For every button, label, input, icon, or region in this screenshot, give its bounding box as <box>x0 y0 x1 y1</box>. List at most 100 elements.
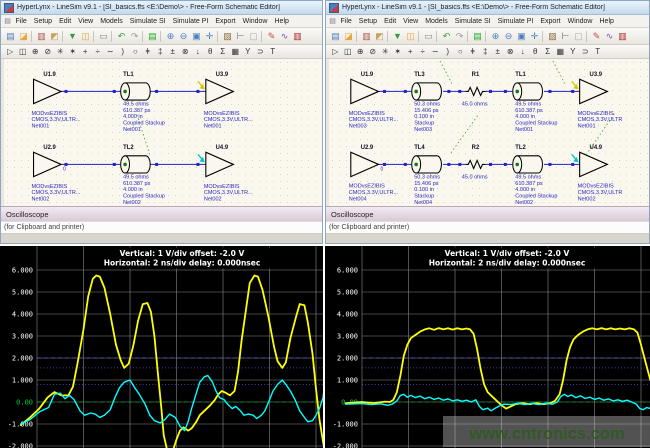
new-file-icon[interactable]: ▤ <box>329 30 342 42</box>
menu-setup[interactable]: Setup <box>355 18 380 25</box>
buffer-symbol[interactable] <box>206 79 234 103</box>
wire-pin[interactable] <box>196 90 199 93</box>
wire-pin[interactable] <box>489 90 492 93</box>
menu-export[interactable]: Export <box>212 18 239 25</box>
menu-help[interactable]: Help <box>271 18 292 25</box>
schematic-canvas[interactable]: U1.9MODvsEZIBISCMOS,3.3V,ULTR...Net001 TL… <box>1 59 322 206</box>
menu-models[interactable]: Models <box>97 18 127 25</box>
menu-edit[interactable]: Edit <box>381 18 400 25</box>
y-junction-tool-icon[interactable]: Y <box>567 46 580 57</box>
save-icon[interactable]: ▼ <box>66 30 79 42</box>
spectrum-icon[interactable]: ▥ <box>291 30 304 42</box>
touchstone-tool-icon[interactable]: ▦ <box>554 46 567 57</box>
coupling-region-tool-icon[interactable]: ⊗ <box>179 46 192 57</box>
y-junction-tool-icon[interactable]: Y <box>242 46 255 57</box>
tline-tool-icon[interactable]: ǂ <box>467 46 480 57</box>
attach-file-icon[interactable]: ▥ <box>35 30 48 42</box>
coupled-tline-tool-icon[interactable]: ‡ <box>154 46 167 57</box>
wire-pin[interactable] <box>196 163 199 166</box>
menu-file[interactable]: File <box>337 18 355 25</box>
connector-tool-icon[interactable]: ⊃ <box>579 46 592 57</box>
tline-TL1[interactable]: TL149.5 ohms610.387 ps4.000 inCoupled St… <box>513 72 558 133</box>
resistor-tool-icon[interactable]: + <box>404 46 417 57</box>
star-connection-tool-icon[interactable]: ✶ <box>67 46 80 57</box>
zoom-fit-icon[interactable]: ▣ <box>190 30 203 42</box>
tline-TL4[interactable]: TL450.3 ohms15.406 ps0.100 inStackupNet0… <box>412 145 442 206</box>
buffer-symbol[interactable] <box>580 152 608 176</box>
menu-simulate-pi[interactable]: Simulate PI <box>169 18 212 25</box>
ground-tool-icon[interactable]: ↓ <box>517 46 530 57</box>
buffer-symbol[interactable] <box>34 79 62 103</box>
resistor-symbol[interactable] <box>466 160 486 168</box>
wire-pin[interactable] <box>113 163 116 166</box>
text-tool-icon[interactable]: T <box>592 46 605 57</box>
menu-export[interactable]: Export <box>537 18 564 25</box>
differential-pair-tool-icon[interactable]: ± <box>167 46 180 57</box>
wire-pin[interactable] <box>571 163 574 166</box>
tline-TL2[interactable]: TL249.5 ohms610.387 ps4.000 inCoupled St… <box>121 145 165 206</box>
tline-TL1[interactable]: TL149.5 ohms610.387 ps4.000 inCoupled St… <box>121 72 165 133</box>
inductor-tool-icon[interactable]: ∼ <box>429 46 442 57</box>
oscilloscope-panel-titlebar[interactable]: Oscilloscope <box>326 206 649 221</box>
print-icon[interactable]: ▭ <box>422 30 435 42</box>
resistor-R2[interactable]: R245.0 ohms <box>462 145 488 180</box>
save-as-icon[interactable]: ◫ <box>79 30 92 42</box>
connector-tool-icon[interactable]: ⊃ <box>254 46 267 57</box>
resistor-tool-icon[interactable]: + <box>79 46 92 57</box>
oscillator-tool-icon[interactable]: ⊘ <box>42 46 55 57</box>
print-icon[interactable]: ▭ <box>97 30 110 42</box>
wire-pin[interactable] <box>155 90 158 93</box>
tline-TL2[interactable]: TL249.5 ohms610.387 ps4.000 inCoupled St… <box>513 145 558 206</box>
buffer-tool-icon[interactable]: ⊕ <box>354 46 367 57</box>
undo-icon[interactable]: ↶ <box>115 30 128 42</box>
wire-pin[interactable] <box>447 163 450 166</box>
wire-pin[interactable] <box>548 163 551 166</box>
via-tool-icon[interactable]: ○ <box>129 46 142 57</box>
oscilloscope-panel-titlebar[interactable]: Oscilloscope <box>1 206 322 221</box>
menu-edit[interactable]: Edit <box>56 18 75 25</box>
open-file-icon[interactable]: ◪ <box>342 30 355 42</box>
menu-simulate-si[interactable]: Simulate SI <box>451 18 494 25</box>
wire-pin[interactable] <box>458 163 461 166</box>
buffer-U1.9[interactable]: U1.9MODvsEZIBISCMOS,3.3V,ULTR...Net001 <box>32 72 81 129</box>
save-icon[interactable]: ▼ <box>391 30 404 42</box>
buffer-U2.9[interactable]: U2.9MODvsEZIBISCMOS,3.3V,ULTR...Net004 <box>349 145 399 202</box>
measure-icon[interactable]: ⊢ <box>559 30 572 42</box>
wire-pin[interactable] <box>383 90 386 93</box>
spice-model-tool-icon[interactable]: Σ <box>542 46 555 57</box>
capacitor-tool-icon[interactable]: ÷ <box>92 46 105 57</box>
menu-help[interactable]: Help <box>596 18 617 25</box>
oscilloscope-icon[interactable]: ∿ <box>603 30 616 42</box>
wire-pin[interactable] <box>489 163 492 166</box>
zoom-in-icon[interactable]: ⊕ <box>489 30 502 42</box>
inductor-tool-icon[interactable]: ∼ <box>104 46 117 57</box>
schematic-drawing[interactable]: U1.9MODvsEZIBISCMOS,3.3V,ULTR...Net003TL… <box>329 59 649 206</box>
wire-pin[interactable] <box>404 90 407 93</box>
spectrum-icon[interactable]: ▥ <box>616 30 629 42</box>
menu-view[interactable]: View <box>75 18 97 25</box>
buffer-symbol[interactable] <box>206 152 234 176</box>
menu-models[interactable]: Models <box>422 18 452 25</box>
title-bar[interactable]: HyperLynx - LineSim v9.1 - [SI_basics.ff… <box>1 1 322 15</box>
menu-view[interactable]: View <box>400 18 422 25</box>
ic-tool-icon[interactable]: ◫ <box>17 46 30 57</box>
board-view-icon[interactable]: ▨ <box>546 30 559 42</box>
attach-file-icon[interactable]: ▥ <box>360 30 373 42</box>
wire-pin[interactable] <box>458 90 461 93</box>
zoom-out-icon[interactable]: ⊖ <box>177 30 190 42</box>
zoom-out-icon[interactable]: ⊖ <box>502 30 515 42</box>
menu-window[interactable]: Window <box>239 18 271 25</box>
ground-tool-icon[interactable]: ↓ <box>192 46 205 57</box>
system-menu-icon[interactable]: ▤ <box>328 17 337 25</box>
touchstone-tool-icon[interactable]: ▦ <box>229 46 242 57</box>
wire-pin[interactable] <box>65 90 68 93</box>
coupled-tline-tool-icon[interactable]: ‡ <box>479 46 492 57</box>
undo-icon[interactable]: ↶ <box>440 30 453 42</box>
resistor-symbol[interactable] <box>466 87 486 95</box>
tline-TL3[interactable]: TL350.3 ohms15.406 ps0.100 inStackupNet0… <box>412 72 442 133</box>
tline-tool-icon[interactable]: ǂ <box>142 46 155 57</box>
wire-pin[interactable] <box>404 163 407 166</box>
close-file-icon[interactable]: ◩ <box>48 30 61 42</box>
bend-tool-icon[interactable]: ) <box>442 46 455 57</box>
wire-pin[interactable] <box>548 90 551 93</box>
